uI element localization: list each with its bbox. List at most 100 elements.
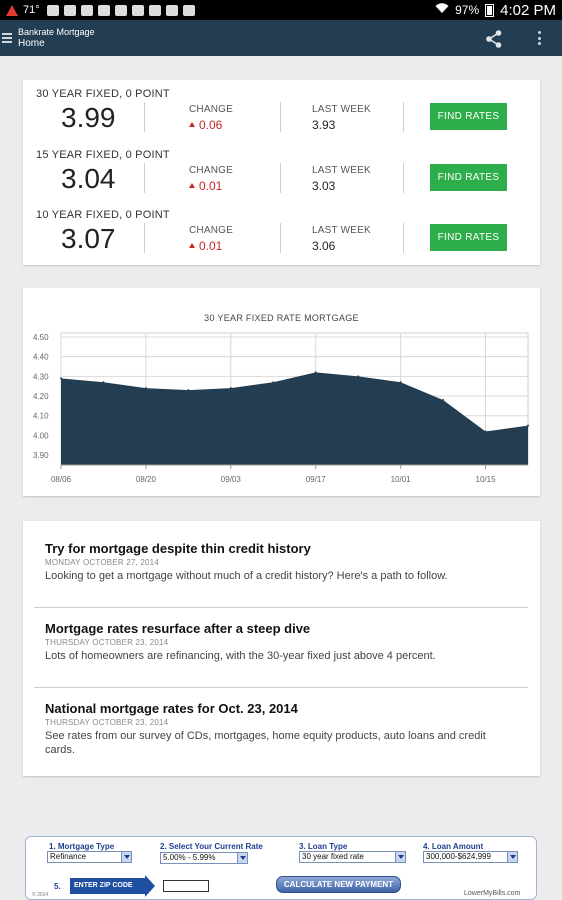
find-rates-button[interactable]: FIND RATES bbox=[430, 164, 507, 191]
notification-icon bbox=[97, 4, 110, 16]
find-rates-button[interactable]: FIND RATES bbox=[430, 103, 507, 130]
app-title: Bankrate Mortgage bbox=[18, 27, 95, 37]
divider bbox=[144, 163, 145, 193]
data-point bbox=[399, 381, 402, 384]
cloud-icon bbox=[114, 4, 127, 16]
ad-banner: 1. Mortgage Type Refinance 2. Select You… bbox=[25, 836, 537, 900]
notification-icon bbox=[182, 4, 195, 16]
y-tick-label: 4.10 bbox=[33, 412, 49, 421]
y-tick-label: 4.40 bbox=[33, 353, 49, 362]
news-item[interactable]: National mortgage rates for Oct. 23, 201… bbox=[34, 688, 528, 776]
warning-icon bbox=[6, 4, 18, 16]
news-item[interactable]: Try for mortgage despite thin credit his… bbox=[34, 521, 528, 607]
change-label: CHANGE bbox=[189, 225, 233, 236]
app-subtitle: Home bbox=[18, 38, 45, 49]
mail-icon bbox=[80, 4, 93, 16]
news-icon bbox=[148, 4, 161, 16]
divider bbox=[280, 102, 281, 132]
chevron-down-icon bbox=[237, 853, 247, 863]
app-titles[interactable]: Bankrate Mortgage Home bbox=[18, 26, 95, 50]
y-tick-label: 4.30 bbox=[33, 372, 49, 381]
notification-icon bbox=[165, 4, 178, 16]
change-value: 0.01 bbox=[189, 239, 222, 253]
data-point bbox=[229, 387, 232, 390]
y-tick-label: 4.50 bbox=[33, 333, 49, 342]
chevron-down-icon bbox=[121, 852, 131, 862]
ad-step-label: 1. Mortgage Type bbox=[49, 842, 115, 851]
zip-code-input[interactable] bbox=[163, 880, 209, 892]
x-tick-label: 08/06 bbox=[51, 475, 72, 484]
overflow-menu-icon[interactable] bbox=[535, 29, 543, 47]
rate-value: 3.99 bbox=[61, 102, 116, 133]
news-card: Try for mortgage despite thin credit his… bbox=[23, 521, 540, 776]
notification-icon bbox=[63, 4, 76, 16]
data-point bbox=[314, 371, 317, 374]
share-icon[interactable] bbox=[484, 29, 504, 49]
news-title: Try for mortgage despite thin credit his… bbox=[45, 541, 311, 556]
last-week-value: 3.06 bbox=[312, 239, 336, 253]
select-value: 300,000-$624,999 bbox=[426, 852, 491, 861]
find-rates-button[interactable]: FIND RATES bbox=[430, 224, 507, 251]
change-value: 0.01 bbox=[189, 179, 222, 193]
data-point bbox=[144, 387, 147, 390]
loan-type-select[interactable]: 30 year fixed rate bbox=[299, 851, 406, 863]
loan-amount-select[interactable]: 300,000-$624,999 bbox=[423, 851, 518, 863]
ad-step-label: 2. Select Your Current Rate bbox=[160, 842, 263, 851]
rate-chart: 4.50 4.40 4.30 4.20 4.10 4.00 3.90 08/06 08/20 09… bbox=[33, 332, 529, 484]
rate-label: 10 YEAR FIXED, 0 POINT bbox=[36, 209, 170, 221]
x-tick-label: 08/20 bbox=[136, 475, 157, 484]
x-tick-label: 10/15 bbox=[476, 475, 497, 484]
y-tick-label: 3.90 bbox=[33, 451, 49, 460]
data-point bbox=[357, 375, 360, 378]
data-point bbox=[272, 381, 275, 384]
news-date: THURSDAY OCTOBER 23, 2014 bbox=[45, 638, 169, 647]
rate-value: 3.07 bbox=[61, 223, 116, 254]
news-description: See rates from our survey of CDs, mortga… bbox=[45, 730, 486, 756]
clock: 4:02 PM bbox=[500, 1, 556, 19]
change-amount: 0.01 bbox=[199, 179, 223, 193]
battery-percentage: 97% bbox=[455, 3, 480, 17]
last-week-label: LAST WEEK bbox=[312, 225, 371, 236]
notification-icon bbox=[46, 4, 59, 16]
app-bar: Bankrate Mortgage Home bbox=[0, 20, 562, 56]
up-arrow-icon bbox=[189, 183, 195, 188]
chevron-down-icon bbox=[507, 852, 517, 862]
rate-label: 30 YEAR FIXED, 0 POINT bbox=[36, 88, 170, 100]
last-week-value: 3.93 bbox=[312, 118, 336, 132]
battery-icon bbox=[485, 3, 495, 17]
ad-step-label: 3. Loan Type bbox=[299, 842, 348, 851]
ad-step-label: 4. Loan Amount bbox=[423, 842, 484, 851]
news-description: Lots of homeowners are refinancing, with… bbox=[45, 650, 436, 662]
ad-copyright: © 2014 bbox=[32, 892, 49, 898]
news-date: THURSDAY OCTOBER 23, 2014 bbox=[45, 718, 169, 727]
news-title: National mortgage rates for Oct. 23, 201… bbox=[45, 701, 298, 716]
divider bbox=[144, 223, 145, 253]
menu-icon[interactable] bbox=[2, 33, 12, 43]
current-rate-select[interactable]: 5.00% - 5.99% bbox=[160, 852, 248, 864]
divider bbox=[403, 102, 404, 132]
select-value: Refinance bbox=[50, 852, 87, 861]
up-arrow-icon bbox=[189, 243, 195, 248]
rate-label: 15 YEAR FIXED, 0 POINT bbox=[36, 149, 170, 161]
data-point bbox=[442, 398, 445, 401]
rate-row-30-year: 30 YEAR FIXED, 0 POINT 3.99 CHANGE 0.06 … bbox=[23, 80, 540, 140]
select-value: 5.00% - 5.99% bbox=[163, 853, 216, 862]
last-week-label: LAST WEEK bbox=[312, 104, 371, 115]
news-item[interactable]: Mortgage rates resurface after a steep d… bbox=[34, 608, 528, 687]
data-point bbox=[102, 381, 105, 384]
chart-card[interactable]: 30 YEAR FIXED RATE MORTGAGE 4.50 4.40 4.30… bbox=[23, 288, 540, 496]
status-bar: 71° 97% 4:02 PM bbox=[0, 0, 562, 20]
change-value: 0.06 bbox=[189, 118, 222, 132]
calculate-payment-button[interactable]: CALCULATE NEW PAYMENT bbox=[276, 876, 401, 893]
news-date: MONDAY OCTOBER 27, 2014 bbox=[45, 558, 159, 567]
rate-value: 3.04 bbox=[61, 163, 116, 194]
mortgage-type-select[interactable]: Refinance bbox=[47, 851, 132, 863]
divider bbox=[403, 163, 404, 193]
upload-icon bbox=[131, 4, 144, 16]
zip-code-label: ENTER ZIP CODE bbox=[70, 875, 155, 897]
ad-brand: LowerMyBills.com bbox=[464, 890, 521, 897]
up-arrow-icon bbox=[189, 122, 195, 127]
divider bbox=[280, 223, 281, 253]
x-tick-label: 09/17 bbox=[306, 475, 327, 484]
ad-step-label: 5. bbox=[54, 882, 61, 891]
